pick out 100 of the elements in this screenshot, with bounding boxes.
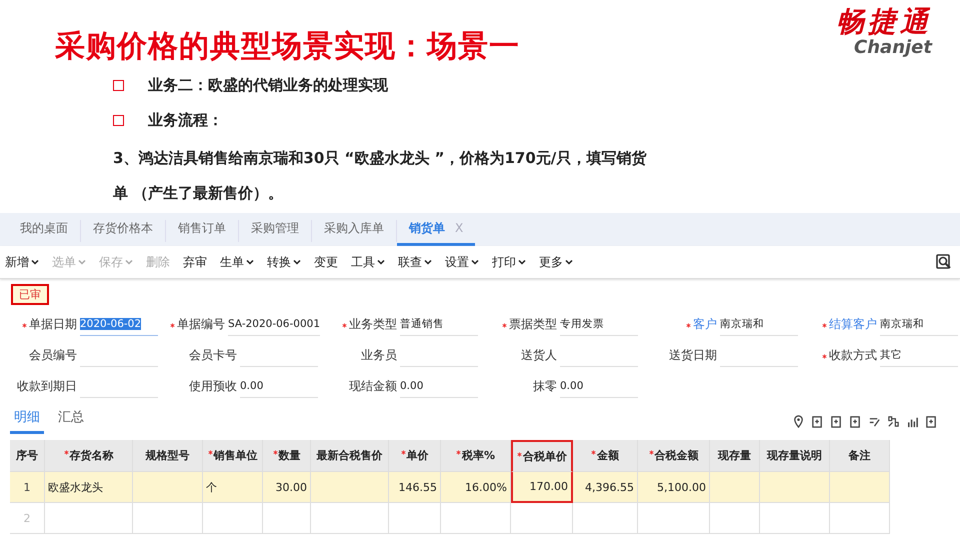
toolbar-button[interactable]: 变更 xyxy=(309,254,346,270)
tab[interactable]: 销售订单 xyxy=(166,220,239,242)
bullet-icon xyxy=(113,115,124,126)
required-icon xyxy=(342,323,347,328)
caret-icon xyxy=(377,259,385,265)
field-label: 单据编号 xyxy=(177,316,226,333)
table-cell xyxy=(710,503,760,534)
column-header: 合税金额 xyxy=(654,448,698,463)
input-field[interactable]: 南京瑞和 xyxy=(720,313,798,336)
tab[interactable]: 销货单 X xyxy=(397,220,476,246)
toolbar-button[interactable]: 联查 xyxy=(393,254,440,270)
field-label: 收款到期日 xyxy=(17,378,77,395)
tab[interactable]: 采购入库单 xyxy=(312,220,397,242)
required-icon xyxy=(502,323,507,328)
input-field[interactable]: 0.00 xyxy=(400,375,478,398)
column-header: 规格型号 xyxy=(146,448,190,463)
bullet-text: 业务二：欧盛的代销业务的处理实现 xyxy=(148,76,388,95)
caret-icon xyxy=(471,259,479,265)
table-cell: 170.00 xyxy=(511,472,573,503)
edit-icon[interactable] xyxy=(868,415,881,428)
tab[interactable]: 存货价格本 xyxy=(81,220,166,242)
table-cell xyxy=(133,503,203,534)
toolbar-button[interactable]: 弃审 xyxy=(178,254,215,270)
table-cell: 4,396.55 xyxy=(573,472,638,503)
column-header: 现存量说明 xyxy=(767,448,822,463)
required-icon xyxy=(400,450,406,455)
field-label: 票据类型 xyxy=(509,316,557,333)
input-field[interactable]: 0.00 xyxy=(240,375,318,398)
column-header: 税率% xyxy=(462,448,496,463)
field-label: 使用预收 xyxy=(189,378,237,395)
paragraph: 3、鸿达洁具销售给南京瑞和30只 “欧盛水龙头 ”，价格为170元/只，填写销货单 （产生了最新售价）。 xyxy=(113,148,648,204)
input-field[interactable]: 2020-06-02 xyxy=(80,313,158,336)
table-cell xyxy=(203,503,263,534)
field-label: 会员卡号 xyxy=(189,347,237,364)
column-header: 存货名称 xyxy=(70,448,114,463)
column-header: 金额 xyxy=(597,448,619,463)
logo-latin: Chanjet xyxy=(854,38,932,58)
doc-icon[interactable] xyxy=(849,415,862,428)
column-header: 备注 xyxy=(848,448,870,463)
table-cell xyxy=(511,503,573,534)
column-header: 最新合税售价 xyxy=(316,448,382,463)
toolbar-button[interactable]: 新增 xyxy=(0,254,47,270)
table-cell: 1 xyxy=(10,472,45,503)
field-label: 业务类型 xyxy=(349,316,397,333)
table-cell xyxy=(263,503,311,534)
table-cell xyxy=(441,503,511,534)
tab[interactable]: 汇总 xyxy=(54,408,88,434)
table-cell: 30.00 xyxy=(263,472,311,503)
toolbar-button[interactable]: 更多 xyxy=(534,254,581,270)
field-label[interactable]: 结算客户 xyxy=(829,316,877,333)
toolbar-button[interactable]: 转换 xyxy=(262,254,309,270)
input-field[interactable]: 专用发票 xyxy=(560,313,638,336)
table-cell: 146.55 xyxy=(389,472,441,503)
table-cell xyxy=(760,503,830,534)
field-label: 现结金额 xyxy=(349,378,397,395)
slide-title: 采购价格的典型场景实现：场景一 xyxy=(55,28,520,66)
required-icon xyxy=(456,450,461,455)
input-field[interactable]: 普通销售 xyxy=(400,313,478,336)
tab[interactable]: 我的桌面 xyxy=(8,220,81,242)
table-cell xyxy=(389,503,441,534)
required-icon xyxy=(64,450,68,455)
field-label: 业务员 xyxy=(361,347,397,364)
caret-icon xyxy=(125,259,133,265)
tab[interactable]: 采购管理 xyxy=(239,220,312,242)
caret-icon xyxy=(31,259,39,265)
input-field[interactable]: 南京瑞和 xyxy=(880,313,958,336)
field-label: 单据日期 xyxy=(29,316,77,333)
required-icon xyxy=(822,354,827,359)
status-badge: 已审 xyxy=(11,284,49,304)
search-icon[interactable] xyxy=(936,254,952,270)
tab[interactable]: 明细 xyxy=(10,408,44,434)
table-cell: 个 xyxy=(203,472,263,503)
field-label[interactable]: 客户 xyxy=(693,316,717,333)
field-label: 送货人 xyxy=(521,347,557,364)
field-label: 收款方式 xyxy=(829,347,877,364)
bullet-text: 业务流程： xyxy=(148,111,223,130)
toolbar-button[interactable]: 打印 xyxy=(487,254,534,270)
pin-icon[interactable] xyxy=(792,415,805,428)
required-icon xyxy=(822,323,827,328)
split-icon[interactable] xyxy=(887,415,900,428)
required-icon xyxy=(272,450,278,455)
bars-icon[interactable] xyxy=(906,415,919,428)
field-label: 送货日期 xyxy=(669,347,717,364)
field-label: 抹零 xyxy=(533,378,557,395)
column-header: 序号 xyxy=(16,448,38,463)
input-field[interactable]: SA-2020-06-0001 xyxy=(228,313,320,336)
caret-icon xyxy=(78,259,86,265)
table-cell: 2 xyxy=(10,503,45,534)
table-cell: 16.00% xyxy=(441,472,511,503)
input-field[interactable]: 0.00 xyxy=(560,375,638,398)
toolbar-button[interactable]: 设置 xyxy=(440,254,487,270)
column-header: 销售单位 xyxy=(214,448,258,463)
table-cell xyxy=(830,503,890,534)
toolbar-button[interactable]: 工具 xyxy=(346,254,393,270)
field-label: 会员编号 xyxy=(29,347,77,364)
required-icon xyxy=(170,323,176,328)
required-icon xyxy=(517,452,522,457)
caret-icon xyxy=(565,259,573,265)
input-field[interactable]: 其它 xyxy=(880,344,958,367)
toolbar-button[interactable]: 生单 xyxy=(215,254,262,270)
